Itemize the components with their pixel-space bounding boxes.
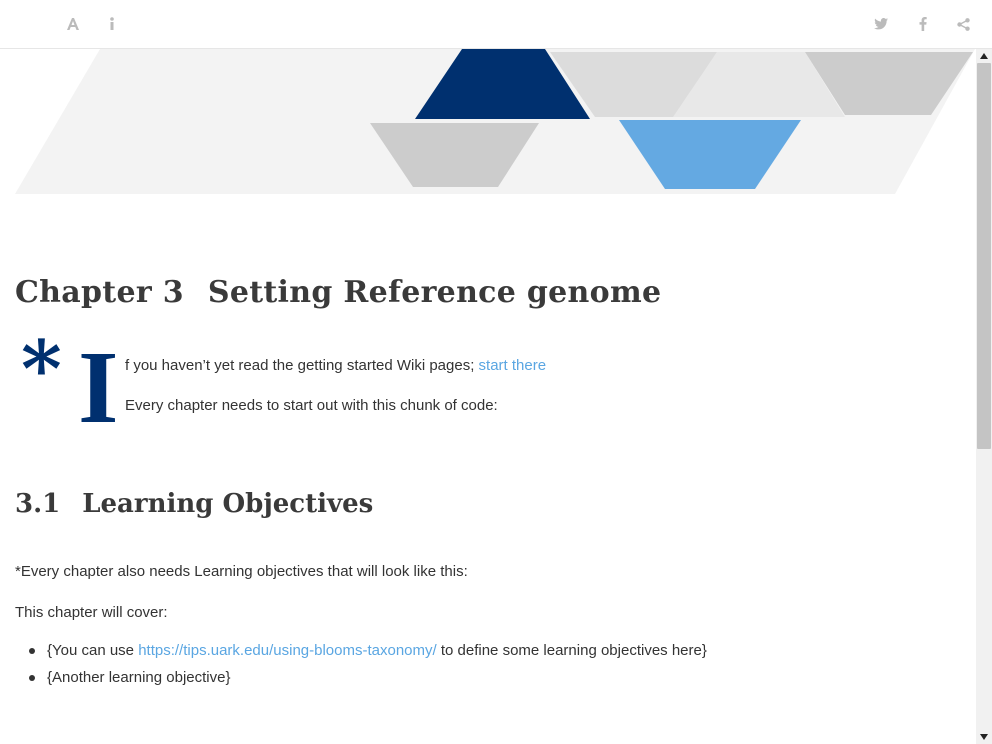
- intro-paragraph: f you haven’t yet read the getting start…: [125, 357, 546, 374]
- dropcap-letter: I: [78, 330, 119, 445]
- bullet-icon: [29, 648, 35, 654]
- scroll-down-arrow-icon[interactable]: [976, 730, 992, 744]
- bullet-icon: [29, 675, 35, 681]
- vertical-scrollbar[interactable]: [976, 49, 992, 744]
- chapter-number: Chapter 3: [15, 275, 184, 310]
- scroll-up-arrow-icon[interactable]: [976, 49, 992, 63]
- font-settings-icon[interactable]: [62, 12, 84, 36]
- dropcap: * I: [21, 330, 123, 445]
- objective-text: {Another learning objective}: [47, 669, 231, 686]
- chapter-banner-graphic: [15, 49, 975, 194]
- share-icon[interactable]: [952, 12, 974, 36]
- objective-text-before: {You can use: [47, 642, 139, 659]
- scrollbar-thumb[interactable]: [977, 63, 991, 449]
- section-number: 3.1: [15, 489, 61, 519]
- section-title-text: Learning Objectives: [82, 489, 374, 519]
- chunk-note: Every chapter needs to start out with th…: [125, 397, 498, 414]
- cover-note: This chapter will cover:: [15, 604, 168, 621]
- objectives-note: *Every chapter also needs Learning objec…: [15, 563, 468, 580]
- objective-text-after: to define some learning objectives here}: [436, 642, 707, 659]
- facebook-icon[interactable]: [912, 12, 934, 36]
- twitter-icon[interactable]: [870, 12, 892, 36]
- section-title: 3.1 Learning Objectives: [15, 489, 373, 519]
- info-icon[interactable]: [101, 12, 123, 36]
- list-item: {Another learning objective}: [15, 664, 707, 691]
- objectives-list: {You can use https://tips.uark.edu/using…: [15, 637, 707, 691]
- dropcap-asterisk: *: [21, 324, 62, 415]
- start-there-link[interactable]: start there: [479, 357, 547, 374]
- blooms-taxonomy-link[interactable]: https://tips.uark.edu/using-blooms-taxon…: [138, 642, 436, 659]
- intro-text: f you haven’t yet read the getting start…: [125, 357, 479, 374]
- chapter-title: Chapter 3 Setting Reference genome: [15, 275, 661, 310]
- chapter-title-text: Setting Reference genome: [207, 275, 662, 310]
- book-toolbar: [0, 0, 992, 49]
- list-item: {You can use https://tips.uark.edu/using…: [15, 637, 707, 664]
